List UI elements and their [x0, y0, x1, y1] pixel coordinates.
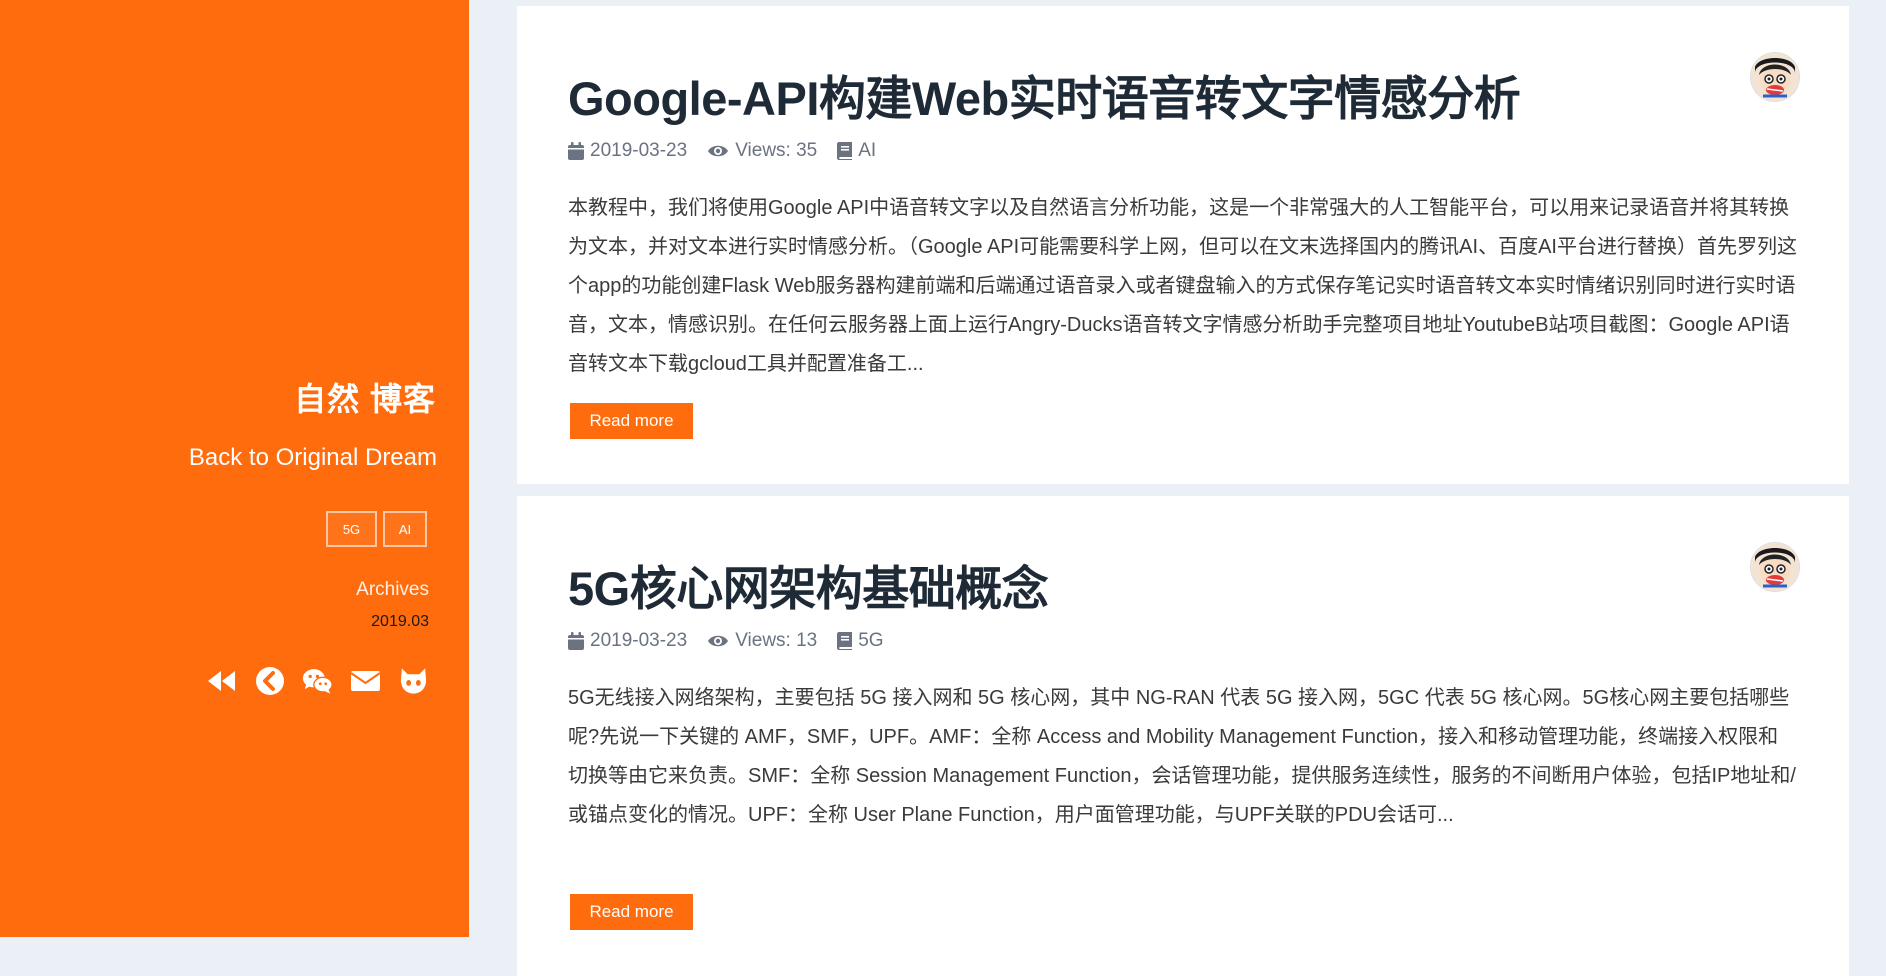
tag-list: 5G AI	[326, 511, 427, 547]
post-excerpt: 5G无线接入网络架构，主要包括 5G 接入网和 5G 核心网，其中 NG-RAN…	[568, 687, 1796, 826]
sidebar: 自然 博客 Back to Original Dream 5G AI Archi…	[0, 0, 469, 937]
eye-icon	[707, 144, 729, 158]
post-date: 2019-03-23	[568, 630, 687, 652]
envelope-icon[interactable]	[350, 665, 381, 696]
chevron-left-circle-icon[interactable]	[254, 665, 285, 696]
post-category[interactable]: 5G	[837, 630, 884, 652]
post-date-text: 2019-03-23	[590, 140, 688, 161]
post-views-text: Views: 13	[735, 630, 818, 651]
post-excerpt: 本教程中，我们将使用Google API中语音转文字以及自然语言分析功能，这是一…	[568, 197, 1797, 375]
read-more-button[interactable]: Read more	[570, 894, 693, 930]
post-category-text: AI	[858, 140, 877, 161]
book-icon	[837, 142, 853, 160]
book-icon	[837, 632, 853, 650]
post-meta: 2019-03-23 Views: 13 5G	[568, 630, 904, 652]
eye-icon	[707, 634, 729, 648]
post-views: Views: 35	[707, 140, 817, 162]
archives-label: Archives	[356, 579, 429, 600]
post-category[interactable]: AI	[837, 140, 876, 162]
author-avatar[interactable]	[1751, 53, 1799, 101]
tag-5g[interactable]: 5G	[326, 511, 377, 547]
post-card: 5G核心网架构基础概念 2019-03-23 Views: 13 5G 5G无线…	[517, 496, 1849, 976]
archive-link-2019-03[interactable]: 2019.03	[371, 613, 429, 631]
author-avatar[interactable]	[1751, 543, 1799, 591]
social-links	[206, 665, 429, 696]
post-views-text: Views: 35	[735, 140, 818, 161]
github-icon[interactable]	[398, 665, 429, 696]
post-title[interactable]: 5G核心网架构基础概念	[568, 550, 1049, 619]
calendar-icon	[568, 632, 584, 650]
site-subtitle: Back to Original Dream	[188, 444, 437, 471]
tag-ai[interactable]: AI	[383, 511, 427, 547]
site-title[interactable]: 自然 博客	[294, 374, 436, 420]
post-card: Google-API构建Web实时语音转文字情感分析 2019-03-23 Vi…	[517, 6, 1849, 484]
read-more-button[interactable]: Read more	[570, 403, 693, 439]
wechat-icon[interactable]	[302, 665, 333, 696]
post-category-text: 5G	[858, 630, 884, 651]
backward-icon[interactable]	[206, 665, 237, 696]
post-views: Views: 13	[707, 630, 817, 652]
calendar-icon	[568, 142, 584, 160]
post-title[interactable]: Google-API构建Web实时语音转文字情感分析	[568, 60, 1521, 129]
post-date-text: 2019-03-23	[590, 630, 688, 651]
post-date: 2019-03-23	[568, 140, 687, 162]
post-meta: 2019-03-23 Views: 35 AI	[568, 140, 896, 162]
